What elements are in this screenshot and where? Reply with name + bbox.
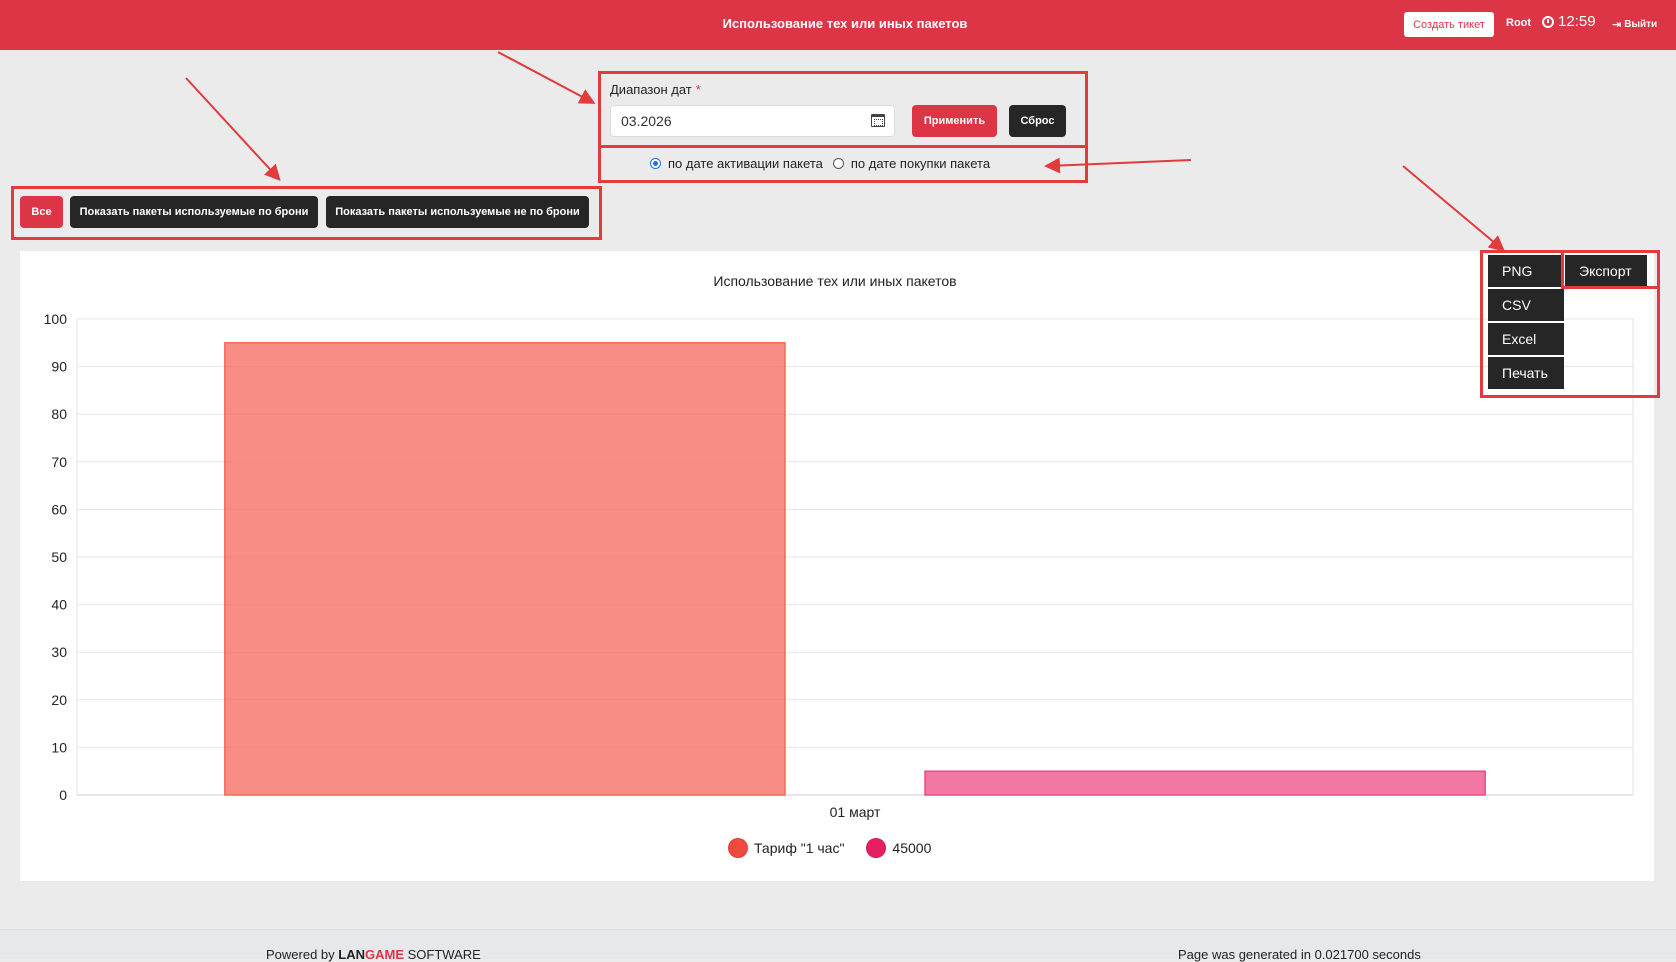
- y-tick-label: 90: [51, 359, 67, 375]
- bar-chart: 0 10 20 30 40 50 60 70 80 90 100 01 март: [44, 311, 1634, 820]
- radio-by-purchase-label[interactable]: по дате покупки пакета: [851, 156, 990, 171]
- export-toggle-button[interactable]: Экспорт: [1565, 255, 1647, 287]
- logout-label: Выйти: [1624, 19, 1658, 30]
- y-tick-label: 20: [51, 692, 67, 708]
- bar-series-2[interactable]: [924, 770, 1486, 796]
- by-booking-button[interactable]: Показать пакеты используемые по брони: [70, 196, 318, 228]
- legend-swatch-series-1: [728, 838, 748, 858]
- chart-legend: Тариф "1 час" 45000: [728, 838, 953, 858]
- required-mark: *: [695, 82, 701, 97]
- top-bar: Использование тех или иных пакетов Созда…: [0, 0, 1676, 50]
- x-tick-label: 01 март: [830, 804, 881, 820]
- legend-label-series-2: 45000: [892, 840, 932, 856]
- y-tick-label: 40: [51, 597, 67, 613]
- date-mode-radio-group: по дате активации пакета по дате покупки…: [650, 156, 1000, 171]
- export-png-option[interactable]: PNG: [1488, 255, 1564, 287]
- create-ticket-button[interactable]: Создать тикет: [1404, 12, 1494, 37]
- date-range-label: Диапазон дат *: [610, 82, 701, 97]
- arrow-to-date-range: [497, 51, 596, 104]
- clock-icon: [1542, 15, 1554, 28]
- clock-time: 12:59: [1558, 13, 1596, 30]
- export-csv-option[interactable]: CSV: [1488, 289, 1564, 321]
- y-tick-label: 50: [51, 549, 67, 565]
- arrow-to-export: [1402, 165, 1506, 252]
- arrow-to-radio: [1044, 157, 1192, 174]
- footer-powered-by: Powered by LANGAME SOFTWARE: [266, 947, 481, 962]
- y-tick-label: 60: [51, 501, 67, 517]
- legend-item-series-2[interactable]: 45000: [866, 838, 931, 858]
- legend-item-series-1[interactable]: Тариф "1 час": [728, 838, 844, 858]
- y-tick-label: 70: [51, 454, 67, 470]
- logout-link[interactable]: ⇥ Выйти: [1612, 18, 1657, 31]
- legend-label-series-1: Тариф "1 час": [754, 840, 845, 856]
- radio-by-activation[interactable]: [650, 158, 661, 169]
- calendar-icon[interactable]: [871, 114, 885, 127]
- not-by-booking-button[interactable]: Показать пакеты используемые не по брони: [326, 196, 589, 228]
- export-excel-option[interactable]: Excel: [1488, 323, 1564, 355]
- footer: Powered by LANGAME SOFTWARE Page was gen…: [0, 929, 1676, 962]
- y-tick-label: 100: [44, 311, 68, 327]
- y-tick-label: 80: [51, 406, 67, 422]
- reset-button[interactable]: Сброс: [1009, 105, 1066, 137]
- bar-series-1[interactable]: [224, 342, 786, 796]
- legend-swatch-series-2: [866, 838, 887, 858]
- radio-by-purchase[interactable]: [832, 158, 844, 169]
- arrow-to-segments: [185, 77, 281, 181]
- all-packages-button[interactable]: Все: [20, 196, 63, 228]
- user-name[interactable]: Root: [1506, 17, 1531, 29]
- date-range-input[interactable]: 03.2026: [610, 105, 895, 137]
- clock: 12:59: [1542, 13, 1596, 30]
- y-tick-label: 0: [59, 787, 67, 803]
- logout-icon: ⇥: [1612, 19, 1622, 31]
- export-print-option[interactable]: Печать: [1488, 357, 1564, 389]
- radio-by-activation-label[interactable]: по дате активации пакета: [668, 156, 823, 171]
- y-tick-label: 30: [51, 644, 67, 660]
- apply-button[interactable]: Применить: [912, 105, 997, 137]
- footer-generated-time: Page was generated in 0.021700 seconds: [1178, 947, 1421, 962]
- y-tick-label: 10: [51, 739, 67, 755]
